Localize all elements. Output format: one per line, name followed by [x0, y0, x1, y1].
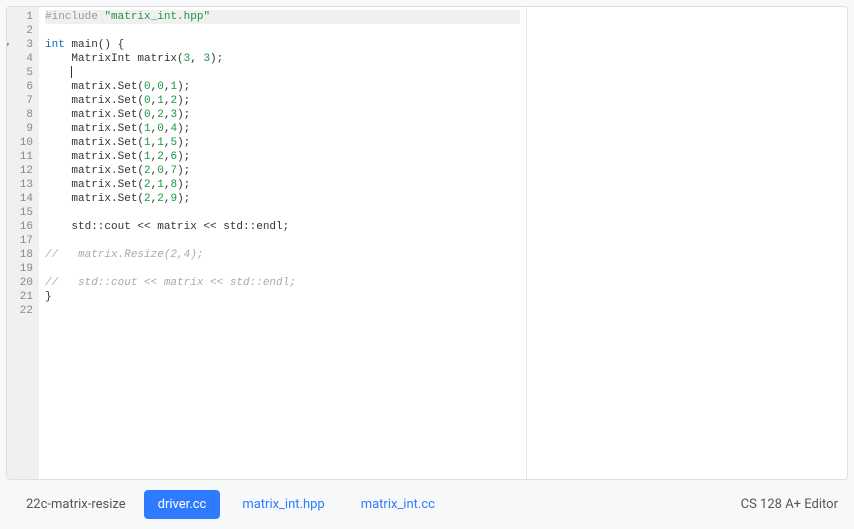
code-line: int main() { [45, 38, 520, 52]
tab-matrix-int-hpp[interactable]: matrix_int.hpp [228, 490, 338, 519]
gutter-line: 19 [7, 262, 39, 276]
code-line [45, 234, 520, 248]
code-line: matrix.Set(0,1,2); [45, 94, 520, 108]
bottom-bar: 22c-matrix-resize driver.cc matrix_int.h… [0, 480, 854, 529]
gutter-line: 15 [7, 206, 39, 220]
code-line: matrix.Set(2,1,8); [45, 178, 520, 192]
gutter-line: 13 [7, 178, 39, 192]
code-line: matrix.Set(0,0,1); [45, 80, 520, 94]
gutter-line: 6 [7, 80, 39, 94]
gutter-line: 20 [7, 276, 39, 290]
gutter-line: 14 [7, 192, 39, 206]
gutter-line: 18 [7, 248, 39, 262]
gutter-line: 22 [7, 304, 39, 318]
tab-matrix-int-cc[interactable]: matrix_int.cc [347, 490, 449, 519]
project-name: 22c-matrix-resize [16, 491, 136, 518]
gutter-line: 21 [7, 290, 39, 304]
code-line: // matrix.Resize(2,4); [45, 248, 520, 262]
text-cursor [71, 66, 72, 78]
code-line [45, 66, 520, 80]
gutter-line: 16 [7, 220, 39, 234]
code-editor[interactable]: #include "matrix_int.hpp" int main() { M… [39, 7, 526, 479]
right-pane [527, 7, 847, 479]
code-line [45, 24, 520, 38]
code-line: matrix.Set(2,0,7); [45, 164, 520, 178]
gutter-line: 1 [7, 10, 39, 24]
code-line [45, 262, 520, 276]
code-line: #include "matrix_int.hpp" [45, 10, 520, 24]
code-line: } [45, 290, 520, 304]
code-line: matrix.Set(2,2,9); [45, 192, 520, 206]
gutter-line: ▾3 [7, 38, 39, 52]
line-number-gutter: 1 2 ▾3 4 5 6 7 8 9 10 11 12 13 14 15 16 … [7, 7, 39, 479]
code-line: matrix.Set(0,2,3); [45, 108, 520, 122]
gutter-line: 8 [7, 108, 39, 122]
code-line: std::cout << matrix << std::endl; [45, 220, 520, 234]
gutter-line: 17 [7, 234, 39, 248]
tab-driver-cc[interactable]: driver.cc [144, 490, 221, 519]
fold-toggle-icon[interactable]: ▾ [6, 38, 10, 52]
gutter-line: 5 [7, 66, 39, 80]
code-line: matrix.Set(1,0,4); [45, 122, 520, 136]
gutter-line: 4 [7, 52, 39, 66]
gutter-line: 11 [7, 150, 39, 164]
gutter-line: 7 [7, 94, 39, 108]
gutter-line: 12 [7, 164, 39, 178]
code-line: MatrixInt matrix(3, 3); [45, 52, 520, 66]
gutter-line: 10 [7, 136, 39, 150]
editor-container: 1 2 ▾3 4 5 6 7 8 9 10 11 12 13 14 15 16 … [6, 6, 848, 480]
code-line: matrix.Set(1,2,6); [45, 150, 520, 164]
editor-brand-label: CS 128 A+ Editor [741, 497, 838, 512]
code-line: matrix.Set(1,1,5); [45, 136, 520, 150]
code-line [45, 304, 520, 318]
gutter-line: 9 [7, 122, 39, 136]
code-line [45, 206, 520, 220]
code-line: // std::cout << matrix << std::endl; [45, 276, 520, 290]
gutter-line: 2 [7, 24, 39, 38]
